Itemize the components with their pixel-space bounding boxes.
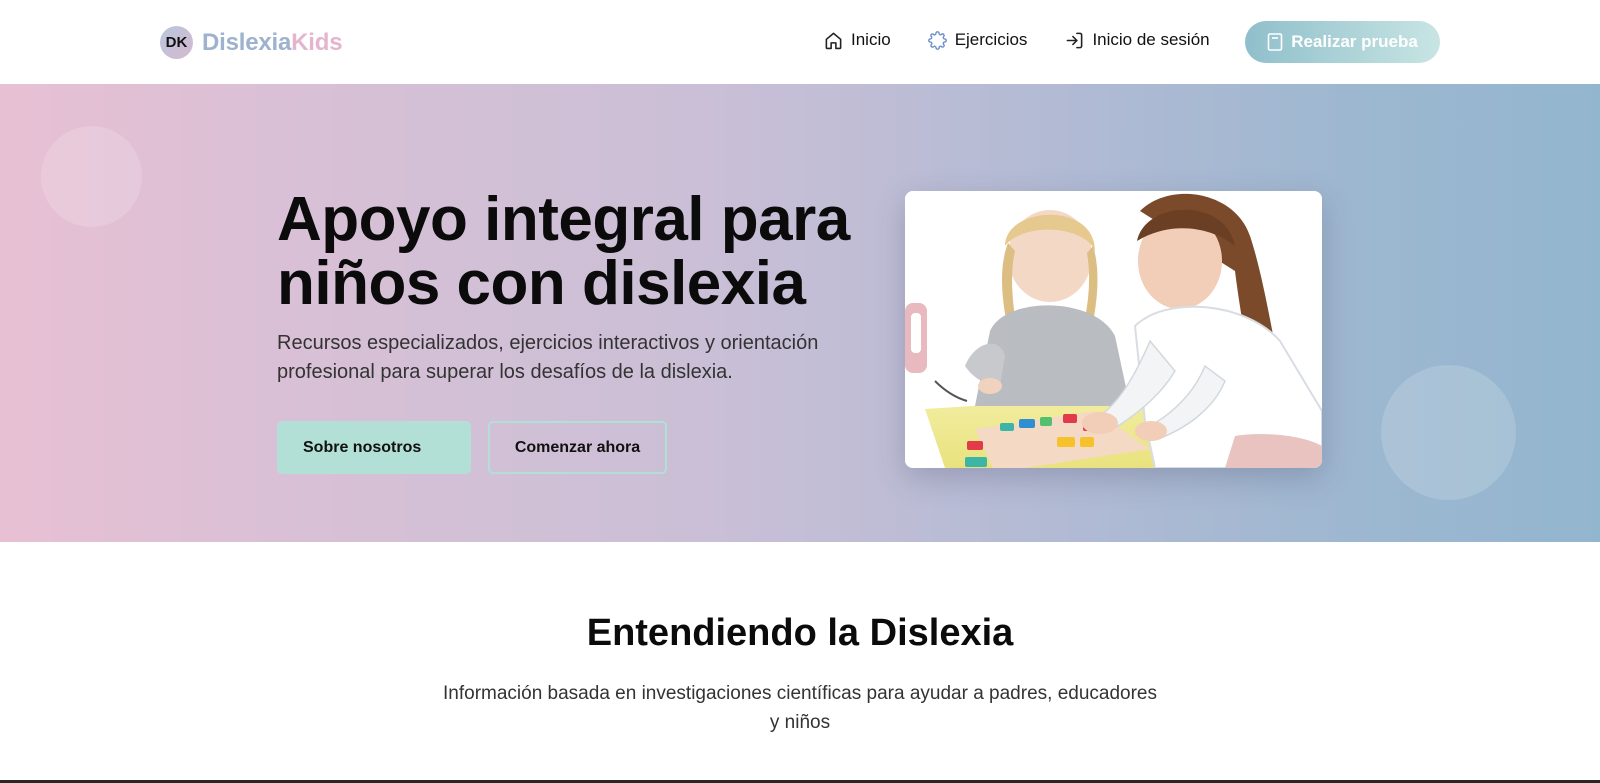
take-test-button[interactable]: Realizar prueba — [1245, 21, 1440, 63]
navbar: DK DislexiaKids Inicio Ejercicios Inicio… — [0, 0, 1600, 84]
section-description: Información basada en investigaciones ci… — [443, 683, 1157, 733]
nav-item-label: Inicio — [851, 30, 891, 49]
nav-item-ejercicios[interactable]: Ejercicios — [927, 30, 1028, 50]
brand-name-part2: Kids — [291, 28, 343, 56]
start-now-button[interactable]: Comenzar ahora — [488, 421, 667, 474]
login-icon — [1067, 32, 1083, 48]
nav-item-label: Inicio de sesión — [1092, 30, 1210, 49]
hero-title: Apoyo integral para niños con dislexia — [277, 185, 850, 318]
brand-name-part1: Dislexia — [202, 28, 292, 56]
decorative-circle — [41, 126, 142, 227]
decorative-circle — [1381, 365, 1516, 500]
brand-logo[interactable]: DK DislexiaKids — [160, 26, 343, 59]
nav-item-inicio[interactable]: Inicio — [824, 30, 891, 50]
about-us-button[interactable]: Sobre nosotros — [277, 421, 471, 474]
hero-photo-illustration — [905, 191, 1322, 468]
nav-item-label: Ejercicios — [954, 30, 1028, 49]
nav-item-login[interactable]: Inicio de sesión — [1065, 30, 1210, 50]
main-nav: Inicio Ejercicios Inicio de sesión — [824, 30, 1210, 50]
puzzle-icon — [927, 30, 947, 50]
brand-name: DislexiaKids — [202, 28, 343, 57]
section-title: Entendiendo la Dislexia — [586, 612, 1014, 654]
hero-subtitle: Recursos especializados, ejercicios inte… — [277, 332, 819, 383]
logo-badge: DK — [160, 26, 193, 59]
hero-photo — [905, 191, 1322, 468]
document-icon — [1267, 33, 1283, 51]
take-test-label: Realizar prueba — [1291, 32, 1418, 51]
hero-section: Apoyo integral para niños con dislexia R… — [0, 84, 1600, 542]
home-icon — [825, 32, 842, 49]
